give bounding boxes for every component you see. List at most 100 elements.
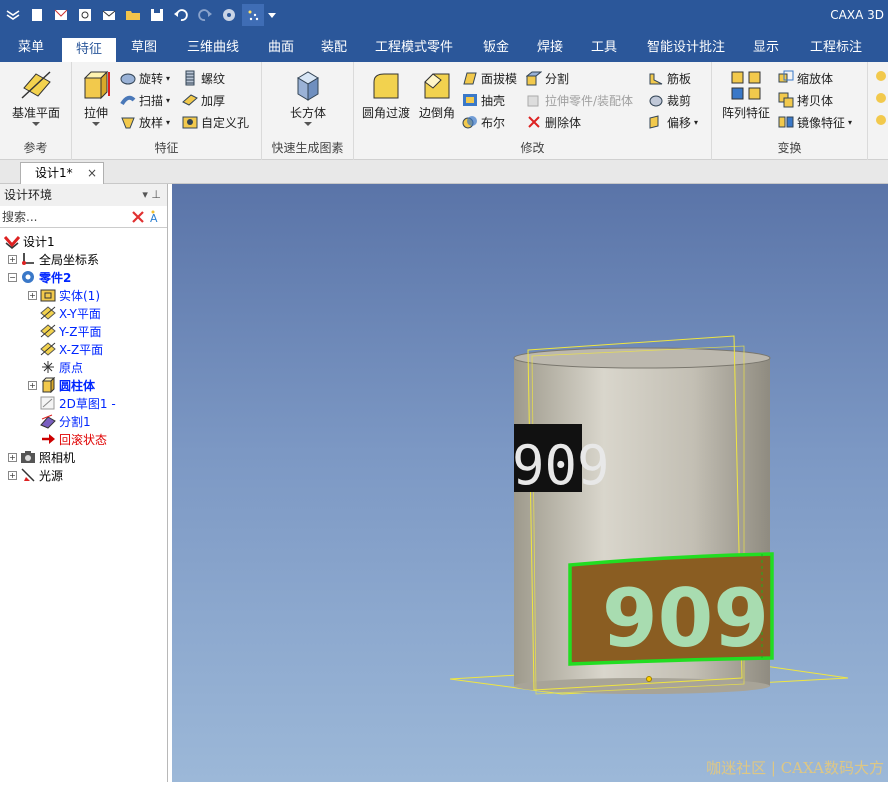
extrude-button[interactable]: 拉伸: [78, 68, 114, 127]
thread-button[interactable]: 螺纹: [182, 68, 225, 88]
top-number-label: 909: [512, 424, 610, 497]
sketch-icon: [40, 396, 55, 410]
tab-tools[interactable]: 工具: [580, 36, 628, 62]
tab-display[interactable]: 显示: [742, 36, 790, 62]
plane-icon: [40, 342, 56, 356]
custom-hole-button[interactable]: 自定义孔: [182, 112, 249, 132]
tree-item-origin[interactable]: 原点: [40, 358, 83, 376]
collapse-icon: −: [8, 272, 17, 282]
tab-sketch[interactable]: 草图: [120, 36, 168, 62]
shell-button[interactable]: 抽壳: [462, 90, 505, 110]
save-icon[interactable]: [146, 4, 168, 26]
more-tools-icon: [876, 71, 886, 125]
tree-item-rollback[interactable]: 回滚状态: [40, 430, 107, 448]
box-button[interactable]: 长方体: [284, 68, 332, 127]
draft-button[interactable]: 面拔模: [462, 68, 517, 88]
clear-search-icon[interactable]: [131, 210, 145, 224]
panel-title: 设计环境: [4, 188, 53, 202]
expand-icon: +: [28, 290, 37, 300]
base-plane-button[interactable]: 基准平面: [6, 68, 66, 127]
tree-item-xz-plane[interactable]: X-Z平面: [40, 340, 103, 358]
chamfer-button[interactable]: 边倒角: [416, 68, 458, 121]
delete-body-button[interactable]: 删除体: [526, 112, 581, 132]
tab-menu[interactable]: 菜单: [8, 36, 54, 62]
pattern-button[interactable]: 阵列特征: [716, 68, 776, 121]
undo-icon[interactable]: [170, 4, 192, 26]
top-label-text: 909: [512, 434, 610, 497]
mail-icon[interactable]: [98, 4, 120, 26]
tree-item-part2[interactable]: − 零件2: [8, 268, 71, 286]
split-button[interactable]: 分割: [526, 68, 569, 88]
origin-icon: [42, 361, 54, 373]
tree-item-split[interactable]: 分割1: [40, 412, 91, 430]
custom-hole-icon: [182, 116, 198, 129]
thicken-button[interactable]: 加厚: [182, 90, 225, 110]
tree-item-camera[interactable]: + 照相机: [8, 448, 75, 466]
expand-icon: +: [8, 452, 17, 462]
extrude-part-button[interactable]: 拉伸零件/装配体: [526, 90, 633, 110]
origin-marker: [646, 676, 652, 682]
group-quick-primitives: 长方体 快速生成图素: [262, 62, 354, 160]
sparkle-icon[interactable]: [242, 4, 264, 26]
tree-item-yz-plane[interactable]: Y-Z平面: [40, 322, 101, 340]
pin-icon[interactable]: ▾ ⊥: [142, 184, 161, 206]
watermark-text: 咖迷社区 | CAXA数码大方: [706, 759, 884, 777]
overflow-icons[interactable]: [874, 68, 888, 135]
search-input[interactable]: 搜索... A: [0, 206, 167, 228]
box-icon: [297, 71, 319, 101]
tab-engineering-annotation[interactable]: 工程标注: [798, 36, 874, 62]
offset-button[interactable]: 偏移 ▾: [648, 112, 698, 132]
tab-feature[interactable]: 特征: [62, 36, 116, 62]
copy-body-button[interactable]: 拷贝体: [778, 90, 833, 110]
open-mail-icon[interactable]: [50, 4, 72, 26]
sweep-button[interactable]: 扫描 ▾: [120, 90, 170, 110]
revolve-icon: [120, 73, 136, 85]
tab-surface[interactable]: 曲面: [258, 36, 304, 62]
tree-item-cylinder[interactable]: + 圆柱体: [28, 376, 95, 394]
group-modify: 圆角过渡 边倒角 面拔模 抽壳 布尔 分割 拉伸零件/装配体 删除体 筋板 裁剪…: [354, 62, 712, 160]
extrude-icon: [83, 70, 110, 100]
fillet-button[interactable]: 圆角过渡: [358, 68, 414, 121]
tab-assembly[interactable]: 装配: [310, 36, 358, 62]
close-icon[interactable]: ×: [87, 163, 97, 183]
tab-sheet-metal[interactable]: 钣金: [472, 36, 520, 62]
search-placeholder: 搜索...: [2, 210, 38, 224]
bottom-number-label: 909: [568, 552, 774, 666]
new-icon[interactable]: [26, 4, 48, 26]
rib-button[interactable]: 筋板: [648, 68, 691, 88]
boolean-button[interactable]: 布尔: [462, 112, 505, 132]
document-tab[interactable]: 设计1* ×: [20, 162, 104, 184]
trim-button[interactable]: 裁剪: [648, 90, 691, 110]
tree-item-light[interactable]: + 光源: [8, 466, 63, 484]
tree-item-design[interactable]: 设计1: [4, 232, 55, 250]
scale-body-button[interactable]: 缩放体: [778, 68, 833, 88]
revolve-button[interactable]: 旋转 ▾: [120, 68, 170, 88]
tab-welding[interactable]: 焊接: [526, 36, 574, 62]
chevron-down-icon: [304, 122, 312, 126]
tab-3d-curve[interactable]: 三维曲线: [176, 36, 250, 62]
dropdown-icon[interactable]: [266, 4, 278, 26]
redo-icon[interactable]: [194, 4, 216, 26]
thicken-icon: [182, 94, 198, 106]
filter-icon[interactable]: A: [149, 209, 165, 225]
rib-icon: [649, 73, 663, 85]
boolean-icon: [462, 116, 477, 129]
mirror-button[interactable]: 镜像特征 ▾: [778, 112, 852, 132]
pattern-icon: [731, 71, 761, 100]
model-canvas: 909 909: [449, 335, 849, 695]
loft-button[interactable]: 放样 ▾: [120, 112, 170, 132]
group-feature: 拉伸 旋转 ▾ 扫描 ▾ 放样 ▾ 螺纹 加厚 自定义孔 特征: [72, 62, 262, 160]
gear-icon[interactable]: [218, 4, 240, 26]
tree-item-global-coords[interactable]: + 全局坐标系: [8, 250, 99, 268]
scan-icon[interactable]: [74, 4, 96, 26]
3d-viewport[interactable]: 909 909 咖迷社区 | CAXA数码大方: [172, 184, 888, 782]
shell-icon: [463, 94, 477, 106]
app-logo-icon[interactable]: [2, 4, 24, 26]
tab-engineering-part[interactable]: 工程模式零件: [364, 36, 464, 62]
tree-item-2d-sketch[interactable]: 2D草图1 -: [40, 394, 116, 412]
tree-item-xy-plane[interactable]: X-Y平面: [40, 304, 101, 322]
tab-smart-annotation[interactable]: 智能设计批注: [636, 36, 736, 62]
tree-item-solid[interactable]: + 实体(1): [28, 286, 100, 304]
folder-icon[interactable]: [122, 4, 144, 26]
expand-icon: +: [8, 254, 17, 264]
